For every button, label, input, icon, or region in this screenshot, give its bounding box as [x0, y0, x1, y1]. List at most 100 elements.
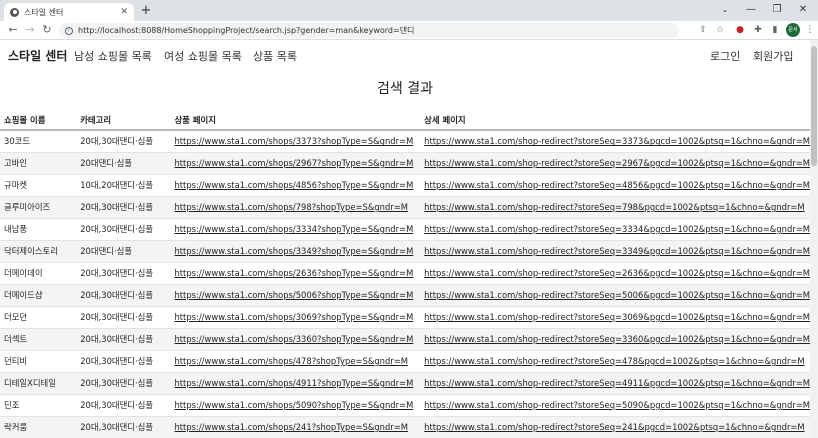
tab-search-icon[interactable]: ⌄ [716, 2, 734, 18]
shop-name-cell: 내남풍 [0, 218, 77, 241]
table-row: 규마켓 10대,20대댄디·심플 https://www.sta1.com/shop… [0, 174, 810, 197]
share-icon[interactable]: ⇪ [697, 24, 709, 36]
back-arrow-icon[interactable]: ← [6, 23, 20, 37]
detail-page-link[interactable]: https://www.sta1.com/shop-redirect?store… [424, 312, 810, 322]
product-page-link[interactable]: https://www.sta1.com/shops/478?shopType=… [174, 356, 408, 366]
product-page-cell: https://www.sta1.com/shops/3334?shopType… [170, 218, 421, 241]
product-page-cell: https://www.sta1.com/shops/4856?shopType… [170, 174, 421, 197]
table-header-row: 쇼핑몰 이름 카테고리 상품 페이지 상세 페이지 [0, 110, 810, 131]
close-window-icon[interactable]: ✕ [794, 2, 812, 18]
more-menu-icon[interactable]: ⋮ [804, 24, 816, 36]
tab-title: 스타일 센터 [24, 7, 64, 17]
product-page-link[interactable]: https://www.sta1.com/shops/3069?shopType… [174, 312, 413, 322]
shop-name-cell: 닥터제이스토리 [0, 240, 77, 263]
product-page-link[interactable]: https://www.sta1.com/shops/3360?shopType… [174, 334, 413, 344]
address-bar[interactable]: i http://localhost:8088/HomeShoppingProj… [59, 23, 679, 38]
shop-name-cell: 락커룸 [0, 416, 77, 438]
product-page-link[interactable]: https://www.sta1.com/shops/2967?shopType… [174, 158, 413, 168]
page-scrollbar[interactable] [810, 40, 818, 438]
nav-products[interactable]: 상품 목록 [253, 48, 297, 64]
column-header-product-page: 상품 페이지 [170, 110, 421, 131]
shop-name-cell: 30코드 [0, 130, 77, 153]
detail-page-link[interactable]: https://www.sta1.com/shop-redirect?store… [424, 158, 810, 168]
product-page-cell: https://www.sta1.com/shops/3349?shopType… [170, 240, 421, 263]
signup-link[interactable]: 회원가입 [753, 48, 793, 64]
product-page-cell: https://www.sta1.com/shops/3360?shopType… [170, 328, 421, 351]
shop-name-cell: 더메이드샵 [0, 284, 77, 307]
detail-page-link[interactable]: https://www.sta1.com/shop-redirect?store… [424, 246, 810, 256]
scrollbar-thumb[interactable] [811, 46, 817, 166]
shop-name-cell: 더메이데이 [0, 262, 77, 285]
new-tab-button[interactable]: + [139, 3, 153, 18]
detail-page-link[interactable]: https://www.sta1.com/shop-redirect?store… [424, 356, 804, 366]
product-page-link[interactable]: https://www.sta1.com/shops/4911?shopType… [174, 378, 413, 388]
detail-page-cell: https://www.sta1.com/shop-redirect?store… [420, 218, 810, 241]
table-row: 더모던 20대,30대댄디·심플 https://www.sta1.com/shop… [0, 306, 810, 329]
close-tab-icon[interactable]: ✕ [120, 7, 128, 17]
table-row: 내남풍 20대,30대댄디·심플 https://www.sta1.com/shop… [0, 218, 810, 241]
detail-page-cell: https://www.sta1.com/shop-redirect?store… [420, 416, 810, 438]
table-row: 닥터제이스토리 20대댄디·심플 https://www.sta1.com/shop… [0, 240, 810, 263]
site-navbar: 스타일 센터 남성 쇼핑몰 목록 여성 쇼핑몰 목록 상품 목록 로그인 회원가… [0, 40, 810, 70]
detail-page-link[interactable]: https://www.sta1.com/shop-redirect?store… [424, 378, 810, 388]
table-row: 딘조 20대,30대댄디·심플 https://www.sta1.com/shops… [0, 394, 810, 417]
detail-page-link[interactable]: https://www.sta1.com/shop-redirect?store… [424, 290, 810, 300]
results-table: 쇼핑몰 이름 카테고리 상품 페이지 상세 페이지 30코드 20대,30대댄디·… [0, 110, 810, 438]
category-cell: 20대,30대댄디·심플 [76, 218, 171, 241]
table-row: 고바인 20대댄디·심플 https://www.sta1.com/shops/29… [0, 152, 810, 175]
product-page-cell: https://www.sta1.com/shops/5006?shopType… [170, 284, 421, 307]
bookmark-star-icon[interactable]: ☆ [714, 24, 726, 36]
table-row: 락커룸 20대,30대댄디·심플 https://www.sta1.com/shop… [0, 416, 810, 438]
profile-avatar[interactable]: 문서 [786, 23, 800, 37]
shop-name-cell: 고바인 [0, 152, 77, 175]
column-header-detail-page: 상세 페이지 [420, 110, 810, 131]
url-text[interactable]: http://localhost:8088/HomeShoppingProjec… [78, 25, 414, 36]
product-page-link[interactable]: https://www.sta1.com/shops/241?shopType=… [174, 422, 408, 432]
extensions-puzzle-icon[interactable]: ✚ [752, 24, 764, 36]
product-page-link[interactable]: https://www.sta1.com/shops/3349?shopType… [174, 246, 413, 256]
product-page-link[interactable]: https://www.sta1.com/shops/5090?shopType… [174, 400, 413, 410]
forward-arrow-icon[interactable]: → [23, 23, 37, 37]
side-panel-icon[interactable]: ▮ [769, 24, 781, 36]
detail-page-cell: https://www.sta1.com/shop-redirect?store… [420, 174, 810, 197]
detail-page-link[interactable]: https://www.sta1.com/shop-redirect?store… [424, 180, 810, 190]
maximize-icon[interactable]: ❐ [768, 2, 786, 18]
product-page-link[interactable]: https://www.sta1.com/shops/2636?shopType… [174, 268, 413, 278]
product-page-cell: https://www.sta1.com/shops/3069?shopType… [170, 306, 421, 329]
detail-page-cell: https://www.sta1.com/shop-redirect?store… [420, 328, 810, 351]
category-cell: 20대,30대댄디·심플 [76, 306, 171, 329]
product-page-link[interactable]: https://www.sta1.com/shops/798?shopType=… [174, 202, 408, 212]
product-page-link[interactable]: https://www.sta1.com/shops/5006?shopType… [174, 290, 413, 300]
category-cell: 20대댄디·심플 [76, 152, 171, 175]
site-brand-link[interactable]: 스타일 센터 [8, 47, 67, 64]
shop-name-cell: 더모던 [0, 306, 77, 329]
detail-page-link[interactable]: https://www.sta1.com/shop-redirect?store… [424, 136, 810, 146]
category-cell: 20대댄디·심플 [76, 240, 171, 263]
detail-page-link[interactable]: https://www.sta1.com/shop-redirect?store… [424, 400, 810, 410]
table-row: 30코드 20대,30대댄디·심플 https://www.sta1.com/sho… [0, 130, 810, 153]
detail-page-link[interactable]: https://www.sta1.com/shop-redirect?store… [424, 224, 810, 234]
column-header-shop-name: 쇼핑몰 이름 [0, 110, 77, 131]
detail-page-link[interactable]: https://www.sta1.com/shop-redirect?store… [424, 268, 810, 278]
nav-women-shops[interactable]: 여성 쇼핑몰 목록 [164, 48, 242, 64]
detail-page-link[interactable]: https://www.sta1.com/shop-redirect?store… [424, 202, 804, 212]
nav-men-shops[interactable]: 남성 쇼핑몰 목록 [74, 48, 152, 64]
minimize-icon[interactable]: — [742, 2, 760, 18]
browser-tab[interactable]: 스타일 센터 ✕ [4, 3, 134, 21]
login-link[interactable]: 로그인 [710, 48, 740, 64]
category-cell: 20대,30대댄디·심플 [76, 284, 171, 307]
detail-page-link[interactable]: https://www.sta1.com/shop-redirect?store… [424, 422, 804, 432]
reload-icon[interactable]: ↻ [40, 23, 54, 37]
product-page-link[interactable]: https://www.sta1.com/shops/3334?shopType… [174, 224, 413, 234]
site-info-icon[interactable]: i [65, 26, 73, 35]
detail-page-link[interactable]: https://www.sta1.com/shop-redirect?store… [424, 334, 810, 344]
shop-name-cell: 디테일X디테일 [0, 372, 77, 395]
category-cell: 20대,30대댄디·심플 [76, 328, 171, 351]
category-cell: 20대,30대댄디·심플 [76, 416, 171, 438]
extension-icon[interactable]: ● [734, 24, 746, 36]
product-page-link[interactable]: https://www.sta1.com/shops/4856?shopType… [174, 180, 413, 190]
product-page-link[interactable]: https://www.sta1.com/shops/3373?shopType… [174, 136, 413, 146]
product-page-cell: https://www.sta1.com/shops/478?shopType=… [170, 350, 421, 373]
product-page-cell: https://www.sta1.com/shops/4911?shopType… [170, 372, 421, 395]
table-row: 던티비 20대,30대댄디·심플 https://www.sta1.com/shop… [0, 350, 810, 373]
